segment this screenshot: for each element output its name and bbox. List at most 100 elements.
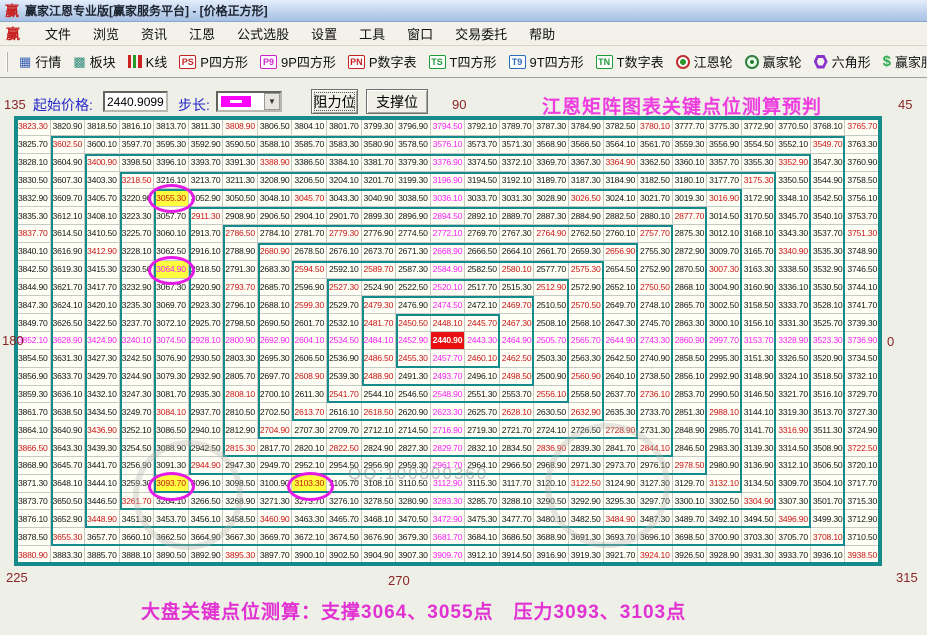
price-cell: 2642.50 <box>603 349 639 368</box>
9t-square-icon: T9 <box>508 54 526 69</box>
price-cell: 2745.70 <box>638 314 673 333</box>
toolbar-item-赢家服务[interactable]: $赢家服务 <box>877 49 927 74</box>
price-cell: 3547.30 <box>810 153 846 172</box>
price-cell: 2575.30 <box>568 260 604 279</box>
toolbar-item-六角形[interactable]: 六角形 <box>808 49 877 74</box>
price-cell: 2568.10 <box>568 314 604 333</box>
support-button[interactable]: 支撑位 <box>366 89 428 114</box>
price-cell: 3763.30 <box>845 135 880 154</box>
price-cell: 3520.90 <box>810 349 846 368</box>
toolbar-item-板块[interactable]: ▩ 板块 <box>67 49 121 74</box>
9p-square-icon: P9 <box>259 54 277 69</box>
toolbar-item-T数字表[interactable]: TN T数字表 <box>590 49 670 74</box>
price-cell: 3501.70 <box>810 492 846 511</box>
menu-item-窗口[interactable]: 窗口 <box>396 21 444 46</box>
menu-item-文件[interactable]: 文件 <box>34 21 82 46</box>
price-cell: 3787.30 <box>534 118 569 136</box>
price-cell: 2685.70 <box>257 278 293 297</box>
price-cell: 3180.10 <box>672 171 708 190</box>
price-cell: 3933.70 <box>776 546 811 564</box>
resistance-button[interactable]: 阻力位 <box>311 89 358 114</box>
price-cell: 3926.50 <box>672 546 708 564</box>
price-cell: 2889.70 <box>499 207 535 226</box>
price-cell: 2534.50 <box>327 332 362 350</box>
price-cell: 2704.90 <box>257 421 293 440</box>
toolbar-item-行情[interactable]: ▦ 行情 <box>13 49 67 74</box>
toolbar-item-label: 江恩轮 <box>693 55 733 70</box>
price-cell: 3463.30 <box>292 510 328 529</box>
menu-item-江恩[interactable]: 江恩 <box>178 21 226 46</box>
toolbar-item-K线[interactable]: K线 <box>122 49 174 74</box>
toolbar-item-T四方形[interactable]: TS T四方形 <box>423 49 503 74</box>
toolbar-item-9P四方形[interactable]: P9 9P四方形 <box>254 49 342 74</box>
price-cell: 3849.70 <box>16 314 51 333</box>
price-cell: 2664.10 <box>499 242 535 261</box>
price-cell: 2805.70 <box>223 367 258 386</box>
price-cell: 2491.30 <box>396 367 431 386</box>
price-cell: 3288.10 <box>499 492 535 511</box>
start-price-input[interactable] <box>103 91 168 112</box>
menu-item-工具[interactable]: 工具 <box>348 21 396 46</box>
price-cell: 3129.70 <box>672 474 708 493</box>
price-cell: 3607.30 <box>50 171 86 190</box>
price-cell: 2623.30 <box>430 403 466 422</box>
chevron-down-icon[interactable]: ▼ <box>264 93 280 110</box>
price-cell: 3441.70 <box>85 456 120 475</box>
price-cell: 3340.90 <box>776 242 811 261</box>
menu-item-公式选股[interactable]: 公式选股 <box>226 21 300 46</box>
price-cell: 3033.70 <box>465 189 500 208</box>
price-cell: 3237.70 <box>119 314 155 333</box>
price-cell: 3532.90 <box>810 260 846 279</box>
menu-item-浏览[interactable]: 浏览 <box>82 21 130 46</box>
price-cell: 3000.10 <box>707 314 742 333</box>
price-cell: 2479.30 <box>361 296 397 315</box>
price-cell: 3540.10 <box>810 207 846 226</box>
price-cell: 3609.70 <box>50 189 86 208</box>
price-cell: 3516.10 <box>810 385 846 404</box>
price-cell: 2918.50 <box>188 260 224 279</box>
price-cell: 3794.50 <box>430 118 466 136</box>
price-cell: 3876.10 <box>16 510 51 529</box>
price-cell: 3036.10 <box>430 189 466 208</box>
price-cell: 2563.30 <box>568 349 604 368</box>
price-cell: 2697.70 <box>257 367 293 386</box>
toolbar-item-江恩轮[interactable]: 江恩轮 <box>670 49 739 74</box>
price-cell: 2649.70 <box>603 296 639 315</box>
price-cell: 3655.30 <box>50 528 86 547</box>
price-cell: 3739.30 <box>845 314 880 333</box>
price-cell: 2659.30 <box>568 242 604 261</box>
p-table-icon: PN <box>347 54 365 69</box>
price-cell: 3278.50 <box>361 492 397 511</box>
toolbar-item-9T四方形[interactable]: T9 9T四方形 <box>503 49 590 74</box>
price-cell: 2760.10 <box>603 225 639 243</box>
price-cell: 2565.70 <box>568 332 604 350</box>
price-cell: 2784.10 <box>257 225 293 243</box>
toolbar-item-P四方形[interactable]: PS P四方形 <box>173 49 254 74</box>
menu-item-交易委托[interactable]: 交易委托 <box>444 21 518 46</box>
price-cell: 3448.90 <box>85 510 120 529</box>
price-cell: 2560.90 <box>568 367 604 386</box>
price-cell: 2601.70 <box>292 314 328 333</box>
price-cell: 2587.30 <box>396 260 431 279</box>
price-cell: 2522.50 <box>396 278 431 297</box>
toolbar-item-P数字表[interactable]: PN P数字表 <box>342 49 423 74</box>
toolbar-item-赢家轮[interactable]: 赢家轮 <box>739 49 808 74</box>
angle-label-45: 45 <box>898 97 913 112</box>
price-cell: 3004.90 <box>707 278 742 297</box>
price-cell: 2606.50 <box>292 349 328 368</box>
menu-item-资讯[interactable]: 资讯 <box>130 21 178 46</box>
price-cell: 3410.50 <box>85 225 120 243</box>
menu-item-设置[interactable]: 设置 <box>300 21 348 46</box>
price-cell: 3576.10 <box>430 135 466 154</box>
price-cell: 3170.50 <box>741 207 777 226</box>
price-cell: 3321.70 <box>776 385 811 404</box>
price-cell: 3508.90 <box>810 439 846 457</box>
step-dropdown[interactable]: ▼ <box>216 91 282 112</box>
price-cell: 2884.90 <box>568 207 604 226</box>
price-cell: 2992.90 <box>707 367 742 386</box>
price-cell: 3357.70 <box>707 153 742 172</box>
price-cell: 3645.70 <box>50 456 86 475</box>
price-cell: 3864.10 <box>16 421 51 440</box>
menu-item-帮助[interactable]: 帮助 <box>518 21 566 46</box>
price-cell: 2925.70 <box>188 314 224 333</box>
